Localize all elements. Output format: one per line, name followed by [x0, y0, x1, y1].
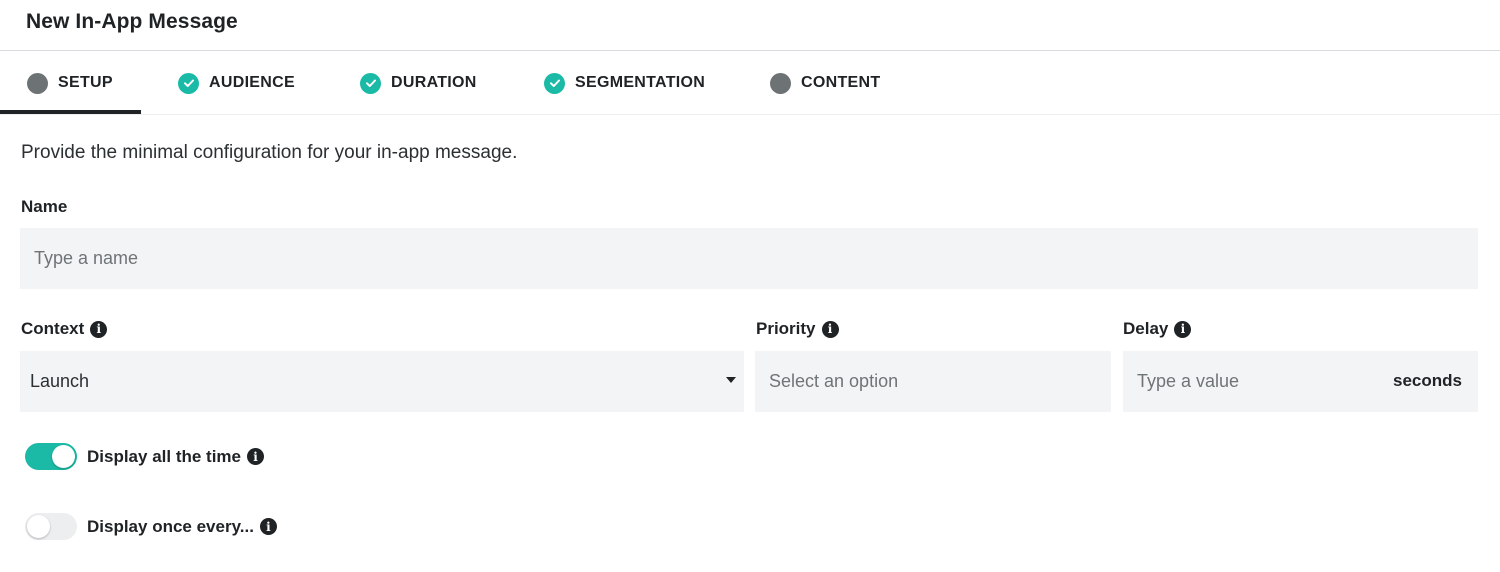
circle-icon: [27, 72, 48, 94]
info-icon[interactable]: i: [821, 320, 839, 338]
context-label-text: Context: [21, 319, 85, 338]
tab-label: AUDIENCE: [209, 74, 295, 91]
tab-label: CONTENT: [801, 74, 881, 91]
info-icon[interactable]: i: [247, 448, 264, 465]
active-tab-indicator: [0, 110, 141, 114]
check-icon: [178, 72, 199, 94]
display-once-every-row: Display once every... i: [25, 513, 277, 540]
check-icon: [544, 72, 565, 94]
delay-field[interactable]: seconds: [1123, 351, 1478, 412]
info-icon[interactable]: i: [90, 320, 108, 338]
toggle-knob: [52, 445, 75, 468]
form-description: Provide the minimal configuration for yo…: [21, 142, 518, 163]
display-once-every-label: Display once every... i: [87, 517, 277, 537]
tab-audience[interactable]: AUDIENCE: [178, 51, 295, 115]
tab-duration[interactable]: DURATION: [360, 51, 477, 115]
delay-label-text: Delay: [1123, 319, 1169, 338]
display-all-time-label: Display all the time i: [87, 447, 264, 467]
page-header: New In-App Message: [0, 0, 1500, 51]
tab-content[interactable]: CONTENT: [770, 51, 880, 115]
display-all-time-toggle[interactable]: [25, 443, 77, 470]
tab-segmentation[interactable]: SEGMENTATION: [544, 51, 705, 115]
display-once-every-toggle[interactable]: [25, 513, 77, 540]
context-select[interactable]: Launch: [20, 351, 744, 412]
info-icon[interactable]: i: [259, 518, 277, 535]
tab-label: SETUP: [58, 74, 113, 91]
tab-label: DURATION: [391, 74, 477, 91]
priority-placeholder: Select an option: [769, 371, 899, 391]
delay-label: Delay i: [1123, 319, 1192, 339]
name-input[interactable]: [34, 228, 1478, 289]
context-selected-value: Launch: [30, 371, 90, 391]
priority-label-text: Priority: [756, 319, 816, 338]
toggle-label-text: Display all the time: [87, 446, 241, 466]
delay-input[interactable]: [1137, 351, 1367, 412]
priority-select[interactable]: Select an option: [755, 351, 1111, 412]
step-tabs: SETUP AUDIENCE DURATION SEGMENTATION CON…: [0, 51, 1500, 115]
priority-label: Priority i: [756, 319, 839, 339]
delay-unit-suffix: seconds: [1393, 371, 1462, 390]
display-all-time-row: Display all the time i: [25, 443, 264, 470]
caret-down-icon: [726, 377, 736, 383]
info-icon[interactable]: i: [1174, 320, 1192, 338]
tab-label: SEGMENTATION: [575, 74, 706, 91]
page-title: New In-App Message: [26, 10, 238, 33]
tab-setup[interactable]: SETUP: [27, 51, 113, 115]
circle-icon: [770, 72, 791, 94]
context-label: Context i: [21, 319, 108, 339]
name-label: Name: [21, 197, 67, 217]
check-icon: [360, 72, 381, 94]
toggle-knob: [27, 515, 50, 538]
toggle-label-text: Display once every...: [87, 516, 254, 536]
name-field[interactable]: [20, 228, 1478, 289]
name-label-text: Name: [21, 197, 68, 216]
